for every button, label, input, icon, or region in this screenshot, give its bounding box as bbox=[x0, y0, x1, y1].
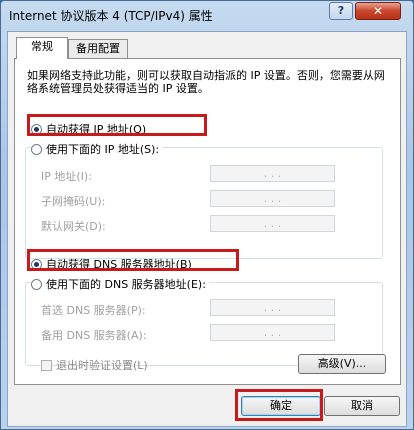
auto-dns-label: 自动获得 DNS 服务器地址(B) bbox=[46, 258, 192, 271]
radio-selected-icon bbox=[31, 124, 42, 135]
manual-dns-label: 使用下面的 DNS 服务器地址(E): bbox=[46, 278, 206, 291]
radio-unselected-icon bbox=[31, 279, 42, 290]
ip-address-field[interactable]: . . . bbox=[210, 165, 335, 182]
ip-address-label: IP 地址(I): bbox=[41, 170, 92, 183]
tab-alternate-configuration[interactable]: 备用配置 bbox=[68, 39, 128, 59]
default-gateway-value: . . . bbox=[263, 217, 282, 230]
title-bar[interactable]: Internet 协议版本 4 (TCP/IPv4) 属性 ? ✕ bbox=[1, 1, 413, 29]
ip-address-value: . . . bbox=[263, 167, 282, 180]
general-tab-panel: 如果网络支持此功能，则可以获取自动指派的 IP 设置。否则，您需要从网络系统管理… bbox=[14, 58, 401, 385]
preferred-dns-value: . . . bbox=[263, 301, 282, 314]
manual-ip-label: 使用下面的 IP 地址(S): bbox=[46, 143, 160, 156]
auto-ip-radio[interactable]: 自动获得 IP 地址(O) bbox=[31, 121, 146, 137]
help-button[interactable]: ? bbox=[329, 2, 353, 20]
advanced-button[interactable]: 高级(V)... bbox=[298, 354, 386, 374]
subnet-mask-field[interactable]: . . . bbox=[210, 190, 335, 207]
manual-dns-radio[interactable]: 使用下面的 DNS 服务器地址(E): bbox=[31, 276, 209, 292]
default-gateway-label: 默认网关(D): bbox=[41, 220, 106, 233]
preferred-dns-label: 首选 DNS 服务器(P): bbox=[41, 304, 146, 317]
radio-unselected-icon bbox=[31, 144, 42, 155]
alternate-dns-label: 备用 DNS 服务器(A): bbox=[41, 329, 147, 342]
cancel-button[interactable]: 取消 bbox=[324, 396, 400, 416]
radio-selected-icon bbox=[31, 259, 42, 270]
subnet-mask-value: . . . bbox=[263, 192, 282, 205]
alternate-dns-value: . . . bbox=[263, 326, 282, 339]
window-title: Internet 协议版本 4 (TCP/IPv4) 属性 bbox=[9, 9, 213, 23]
subnet-mask-label: 子网掩码(U): bbox=[41, 195, 106, 208]
tab-general[interactable]: 常规 bbox=[16, 37, 68, 59]
alternate-dns-field[interactable]: . . . bbox=[210, 324, 335, 341]
auto-ip-label: 自动获得 IP 地址(O) bbox=[46, 123, 147, 136]
auto-dns-radio[interactable]: 自动获得 DNS 服务器地址(B) bbox=[31, 256, 192, 272]
description-text: 如果网络支持此功能，则可以获取自动指派的 IP 设置。否则，您需要从网络系统管理… bbox=[27, 69, 385, 95]
checkbox-icon bbox=[41, 360, 52, 371]
preferred-dns-field[interactable]: . . . bbox=[210, 299, 335, 316]
manual-ip-radio[interactable]: 使用下面的 IP 地址(S): bbox=[31, 141, 163, 157]
dialog-window: Internet 协议版本 4 (TCP/IPv4) 属性 ? ✕ 常规 备用配… bbox=[0, 0, 414, 430]
validate-on-exit-label: 退出时验证设置(L) bbox=[56, 359, 148, 372]
default-gateway-field[interactable]: . . . bbox=[210, 215, 335, 232]
close-button[interactable]: ✕ bbox=[355, 2, 401, 20]
ok-button[interactable]: 确定 bbox=[241, 396, 321, 416]
validate-on-exit-checkbox[interactable]: 退出时验证设置(L) bbox=[41, 357, 148, 373]
dialog-client-area: 常规 备用配置 如果网络支持此功能，则可以获取自动指派的 IP 设置。否则，您需… bbox=[7, 31, 407, 427]
